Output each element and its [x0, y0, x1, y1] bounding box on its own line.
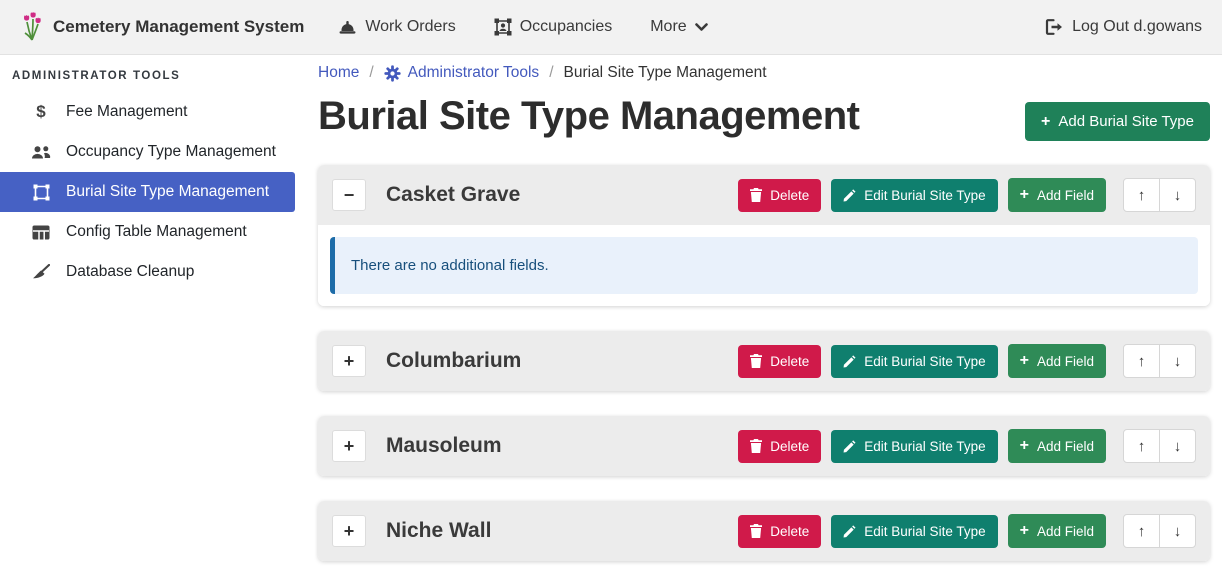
panel-casket-grave: − Casket Grave Delete Edit Burial Site T…	[318, 165, 1210, 306]
add-field-button[interactable]: + Add Field	[1008, 178, 1106, 212]
tulip-logo-icon	[20, 12, 44, 42]
breadcrumb-label: Administrator Tools	[408, 64, 540, 82]
sidebar-item-config-table-management[interactable]: Config Table Management	[0, 212, 295, 252]
sidebar-heading: ADMINISTRATOR TOOLS	[0, 64, 295, 92]
logout-button[interactable]: Log Out d.gowans	[1045, 18, 1202, 36]
logout-label: Log Out d.gowans	[1072, 18, 1202, 36]
broom-icon	[30, 264, 52, 280]
panel-title: Niche Wall	[386, 519, 491, 543]
sidebar: ADMINISTRATOR TOOLS $ Fee Management Occ…	[0, 56, 295, 556]
add-field-button[interactable]: + Add Field	[1008, 514, 1106, 548]
pencil-icon	[843, 355, 856, 368]
burial-site-icon	[30, 184, 52, 201]
breadcrumb-home-link[interactable]: Home	[318, 64, 359, 82]
sidebar-item-label: Database Cleanup	[66, 263, 194, 281]
delete-button[interactable]: Delete	[738, 430, 821, 463]
occupancy-frame-icon	[494, 18, 512, 36]
app-title: Cemetery Management System	[53, 17, 304, 37]
panel-niche-wall: + Niche Wall Delete Edit Burial Site Typ…	[318, 501, 1210, 561]
nav-links: Work Orders Occupancies More	[338, 18, 707, 36]
panel-title: Casket Grave	[386, 183, 520, 207]
delete-button[interactable]: Delete	[738, 179, 821, 212]
delete-button[interactable]: Delete	[738, 345, 821, 378]
logout-icon	[1045, 19, 1063, 35]
move-up-button[interactable]: ↑	[1123, 514, 1160, 548]
top-navbar: Cemetery Management System Work Orders	[0, 0, 1222, 55]
nav-item-label: Occupancies	[520, 18, 613, 36]
panel-mausoleum: + Mausoleum Delete Edit Burial Site Type…	[318, 416, 1210, 476]
no-fields-alert: There are no additional fields.	[330, 237, 1198, 294]
nav-item-work-orders[interactable]: Work Orders	[338, 18, 455, 36]
collapse-toggle-button[interactable]: −	[332, 179, 366, 211]
move-up-button[interactable]: ↑	[1123, 178, 1160, 212]
pencil-icon	[843, 525, 856, 538]
expand-toggle-button[interactable]: +	[332, 515, 366, 547]
edit-burial-site-type-button[interactable]: Edit Burial Site Type	[831, 430, 997, 463]
move-down-button[interactable]: ↓	[1159, 344, 1196, 378]
sidebar-item-occupancy-type-management[interactable]: Occupancy Type Management	[0, 132, 295, 172]
plus-icon: +	[1041, 114, 1050, 130]
breadcrumb: Home / Administrator Tools / Burial Site…	[318, 64, 1210, 82]
sidebar-item-burial-site-type-management[interactable]: Burial Site Type Management	[0, 172, 295, 212]
sidebar-item-label: Occupancy Type Management	[66, 143, 276, 161]
sidebar-item-label: Burial Site Type Management	[66, 183, 269, 201]
move-up-button[interactable]: ↑	[1123, 344, 1160, 378]
trash-icon	[750, 354, 762, 368]
trash-icon	[750, 524, 762, 538]
panel-columbarium: + Columbarium Delete Edit Burial Site Ty…	[318, 331, 1210, 391]
expand-toggle-button[interactable]: +	[332, 430, 366, 462]
nav-item-occupancies[interactable]: Occupancies	[494, 18, 613, 36]
plus-icon: +	[1020, 187, 1029, 203]
add-field-button[interactable]: + Add Field	[1008, 344, 1106, 378]
page-title: Burial Site Type Management	[318, 94, 859, 139]
panel-title: Mausoleum	[386, 434, 502, 458]
plus-icon: +	[1020, 353, 1029, 369]
plus-icon: +	[1020, 523, 1029, 539]
sidebar-item-label: Fee Management	[66, 103, 188, 121]
main-content: Home / Administrator Tools / Burial Site…	[318, 56, 1210, 586]
panel-body: There are no additional fields.	[318, 225, 1210, 306]
move-down-button[interactable]: ↓	[1159, 178, 1196, 212]
sidebar-item-label: Config Table Management	[66, 223, 247, 241]
pencil-icon	[843, 440, 856, 453]
gear-icon	[384, 65, 401, 82]
plus-icon: +	[1020, 438, 1029, 454]
breadcrumb-separator: /	[549, 64, 553, 82]
breadcrumb-admin-tools-link[interactable]: Administrator Tools	[384, 64, 540, 82]
burial-site-type-list: − Casket Grave Delete Edit Burial Site T…	[318, 165, 1210, 561]
move-down-button[interactable]: ↓	[1159, 514, 1196, 548]
panel-header: + Mausoleum Delete Edit Burial Site Type…	[318, 416, 1210, 476]
pencil-icon	[843, 189, 856, 202]
trash-icon	[750, 439, 762, 453]
hard-hat-icon	[338, 19, 357, 36]
nav-item-label: More	[650, 18, 686, 36]
panel-title: Columbarium	[386, 349, 521, 373]
edit-burial-site-type-button[interactable]: Edit Burial Site Type	[831, 345, 997, 378]
breadcrumb-separator: /	[369, 64, 373, 82]
expand-toggle-button[interactable]: +	[332, 345, 366, 377]
nav-item-more[interactable]: More	[650, 18, 707, 36]
add-field-button[interactable]: + Add Field	[1008, 429, 1106, 463]
people-icon	[30, 145, 52, 160]
table-icon	[30, 225, 52, 240]
panel-header: + Columbarium Delete Edit Burial Site Ty…	[318, 331, 1210, 391]
edit-burial-site-type-button[interactable]: Edit Burial Site Type	[831, 179, 997, 212]
brand[interactable]: Cemetery Management System	[20, 12, 304, 42]
nav-item-label: Work Orders	[365, 18, 455, 36]
delete-button[interactable]: Delete	[738, 515, 821, 548]
dollar-icon: $	[30, 102, 52, 122]
sidebar-item-fee-management[interactable]: $ Fee Management	[0, 92, 295, 132]
edit-burial-site-type-button[interactable]: Edit Burial Site Type	[831, 515, 997, 548]
move-down-button[interactable]: ↓	[1159, 429, 1196, 463]
sidebar-item-database-cleanup[interactable]: Database Cleanup	[0, 252, 295, 292]
move-up-button[interactable]: ↑	[1123, 429, 1160, 463]
trash-icon	[750, 188, 762, 202]
chevron-down-icon	[695, 23, 708, 32]
breadcrumb-current: Burial Site Type Management	[564, 64, 767, 82]
panel-header: + Niche Wall Delete Edit Burial Site Typ…	[318, 501, 1210, 561]
panel-header: − Casket Grave Delete Edit Burial Site T…	[318, 165, 1210, 225]
add-burial-site-type-button[interactable]: + Add Burial Site Type	[1025, 102, 1210, 141]
